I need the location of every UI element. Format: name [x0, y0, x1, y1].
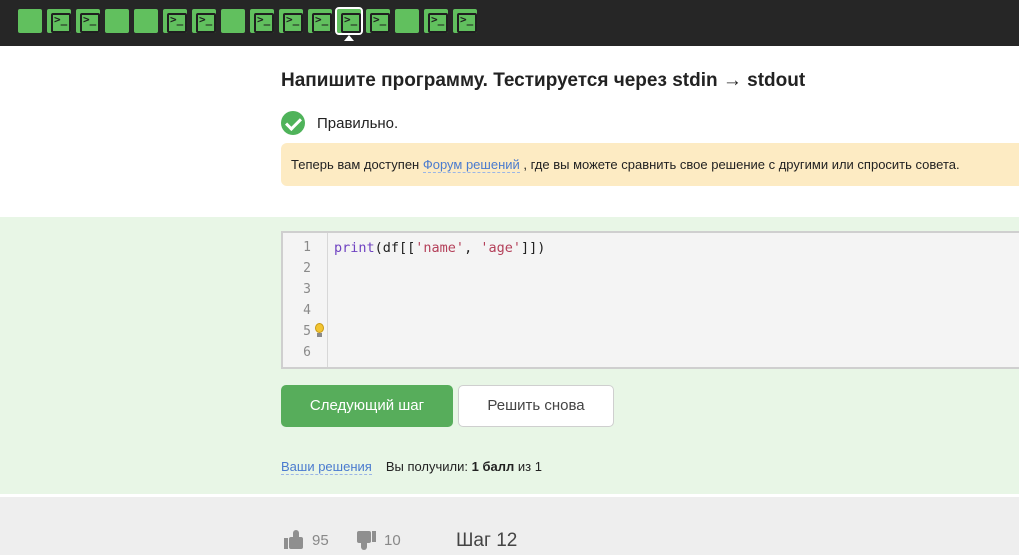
code-arg-age: 'age' [480, 240, 521, 256]
step-item[interactable]: >_ [47, 9, 71, 33]
terminal-icon: >_ [344, 13, 358, 26]
step-item[interactable] [134, 9, 158, 33]
step-item[interactable]: >_ [424, 9, 448, 33]
terminal-icon: >_ [460, 13, 474, 26]
code-open: (df[[ [374, 240, 416, 256]
result-line: Ваши решения Вы получили: 1 балл из 1 [281, 459, 542, 475]
step-item[interactable]: >_ [279, 9, 303, 33]
line-number: 2 [303, 261, 311, 276]
code-close: ]]) [520, 240, 546, 256]
check-circle-icon [281, 111, 305, 135]
step-item[interactable]: >_ [250, 9, 274, 33]
line-number-gutter: 1 2 3 4 5 6 [283, 233, 328, 367]
terminal-icon: >_ [257, 13, 271, 26]
terminal-icon: >_ [373, 13, 387, 26]
your-solutions-link[interactable]: Ваши решения [281, 459, 372, 475]
code-sep: , [464, 240, 481, 256]
step-item[interactable]: >_ [192, 9, 216, 33]
step-current[interactable]: >_ [335, 7, 363, 41]
step-item[interactable]: >_ [453, 9, 477, 33]
forum-notice: Теперь вам доступен Форум решений , где … [281, 143, 1019, 186]
score-suffix: из 1 [514, 459, 542, 474]
dislike-control[interactable]: 10 [356, 530, 401, 550]
like-count: 95 [312, 531, 329, 549]
terminal-icon: >_ [431, 13, 445, 26]
terminal-icon: >_ [54, 13, 68, 26]
step-item[interactable] [105, 9, 129, 33]
terminal-icon: >_ [170, 13, 184, 26]
step-number-label: Шаг 12 [456, 530, 518, 551]
next-step-button[interactable]: Следующий шаг [281, 385, 453, 427]
line-number: 5 [303, 324, 311, 339]
forum-link[interactable]: Форум решений [422, 157, 520, 173]
line-number: 1 [303, 240, 311, 255]
code-editor[interactable]: 1 2 3 4 5 6 print(df[['name', 'age']]) [281, 231, 1019, 369]
code-func: print [334, 240, 375, 256]
line-number: 6 [303, 345, 311, 360]
line-number: 3 [303, 282, 311, 297]
notice-text-after: , где вы можете сравнить свое решение с … [519, 157, 960, 172]
notice-text-before: Теперь вам доступен [291, 157, 423, 172]
step-item[interactable]: >_ [76, 9, 100, 33]
terminal-icon: >_ [315, 13, 329, 26]
terminal-icon: >_ [83, 13, 97, 26]
like-control[interactable]: 95 [284, 530, 329, 550]
score-prefix: Вы получили: [385, 459, 472, 474]
thumbs-up-icon[interactable] [284, 530, 304, 550]
solve-again-button[interactable]: Решить снова [458, 385, 614, 427]
step-item[interactable]: >_ [366, 9, 390, 33]
score-value: 1 балл [471, 459, 515, 474]
code-arg-name: 'name' [415, 240, 465, 256]
result-status: Правильно. [281, 111, 398, 135]
code-line-1[interactable]: print(df[['name', 'age']]) [334, 240, 545, 256]
step-item[interactable] [18, 9, 42, 33]
step-item[interactable]: >_ [163, 9, 187, 33]
step-item[interactable]: >_ [308, 9, 332, 33]
step-item[interactable] [395, 9, 419, 33]
current-step-caret-icon [344, 35, 354, 41]
thumbs-down-icon[interactable] [356, 530, 376, 550]
step-item[interactable] [221, 9, 245, 33]
dislike-count: 10 [384, 531, 401, 549]
status-text: Правильно. [317, 114, 399, 132]
terminal-icon: >_ [286, 13, 300, 26]
line-number: 4 [303, 303, 311, 318]
terminal-icon: >_ [199, 13, 213, 26]
task-title: Напишите программу. Тестируется через st… [281, 70, 806, 91]
lightbulb-icon[interactable] [313, 323, 325, 339]
step-navigation-bar: >_ >_ >_ >_ >_ >_ >_ >_ >_ >_ >_ [0, 0, 1019, 46]
